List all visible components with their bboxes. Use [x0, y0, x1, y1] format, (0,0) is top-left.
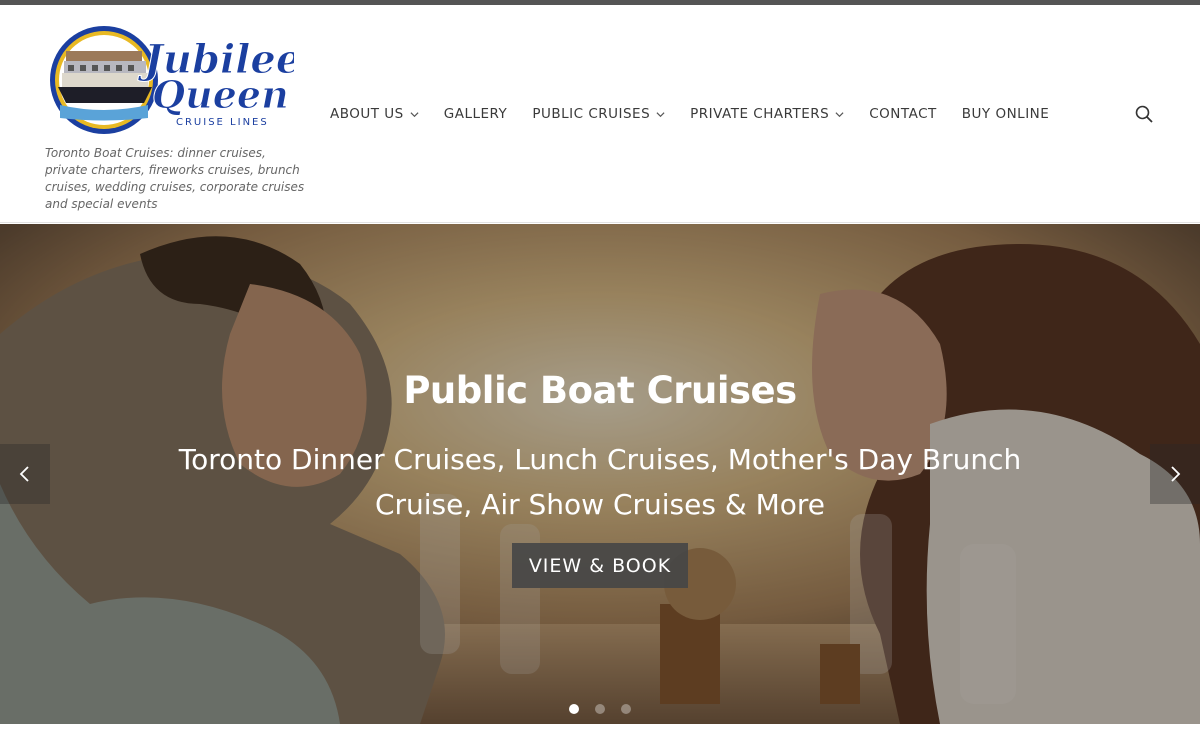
- site-logo[interactable]: Jubilee Queen CRUISE LINES: [48, 23, 294, 135]
- nav-label: BUY ONLINE: [961, 106, 1050, 122]
- nav-label: GALLERY: [443, 106, 508, 122]
- slider-dot-3[interactable]: [621, 704, 631, 714]
- chevron-right-icon: [1171, 466, 1181, 482]
- chevron-down-icon: [410, 110, 419, 119]
- hero-slider: Public Boat Cruises Toronto Dinner Cruis…: [0, 224, 1200, 724]
- hero-title: Public Boat Cruises: [403, 369, 797, 412]
- nav-label: CONTACT: [869, 106, 937, 122]
- slider-dot-1[interactable]: [569, 704, 579, 714]
- slider-prev-button[interactable]: [0, 444, 50, 504]
- logo-line3: CRUISE LINES: [176, 117, 269, 128]
- jubilee-queen-logo: Jubilee Queen CRUISE LINES: [50, 26, 294, 134]
- nav-label: ABOUT US: [330, 106, 404, 122]
- slider-dots: [0, 704, 1200, 714]
- nav-public-cruises[interactable]: PUBLIC CRUISES: [532, 106, 665, 122]
- main-navigation: ABOUT US GALLERY PUBLIC CRUISES PRIVATE …: [320, 101, 1074, 127]
- nav-label: PUBLIC CRUISES: [532, 106, 651, 122]
- chevron-down-icon: [835, 110, 844, 119]
- site-header: Jubilee Queen CRUISE LINES Toronto Boat …: [0, 5, 1200, 223]
- nav-private-charters[interactable]: PRIVATE CHARTERS: [690, 106, 844, 122]
- logo-line2: Queen: [152, 72, 289, 117]
- nav-about-us[interactable]: ABOUT US: [330, 106, 419, 122]
- slider-dot-2[interactable]: [595, 704, 605, 714]
- hero-subtitle: Toronto Dinner Cruises, Lunch Cruises, M…: [178, 443, 1022, 521]
- nav-label: PRIVATE CHARTERS: [690, 106, 830, 122]
- nav-contact[interactable]: CONTACT: [869, 106, 937, 122]
- slider-next-button[interactable]: [1150, 444, 1200, 504]
- page-content-below: [0, 724, 1200, 740]
- chevron-down-icon: [656, 110, 665, 119]
- view-and-book-button[interactable]: VIEW & BOOK: [512, 543, 688, 588]
- nav-buy-online[interactable]: BUY ONLINE: [962, 106, 1050, 122]
- chevron-left-icon: [19, 466, 29, 482]
- nav-gallery[interactable]: GALLERY: [444, 106, 508, 122]
- site-tagline: Toronto Boat Cruises: dinner cruises, pr…: [45, 146, 305, 211]
- search-icon[interactable]: [1134, 104, 1156, 126]
